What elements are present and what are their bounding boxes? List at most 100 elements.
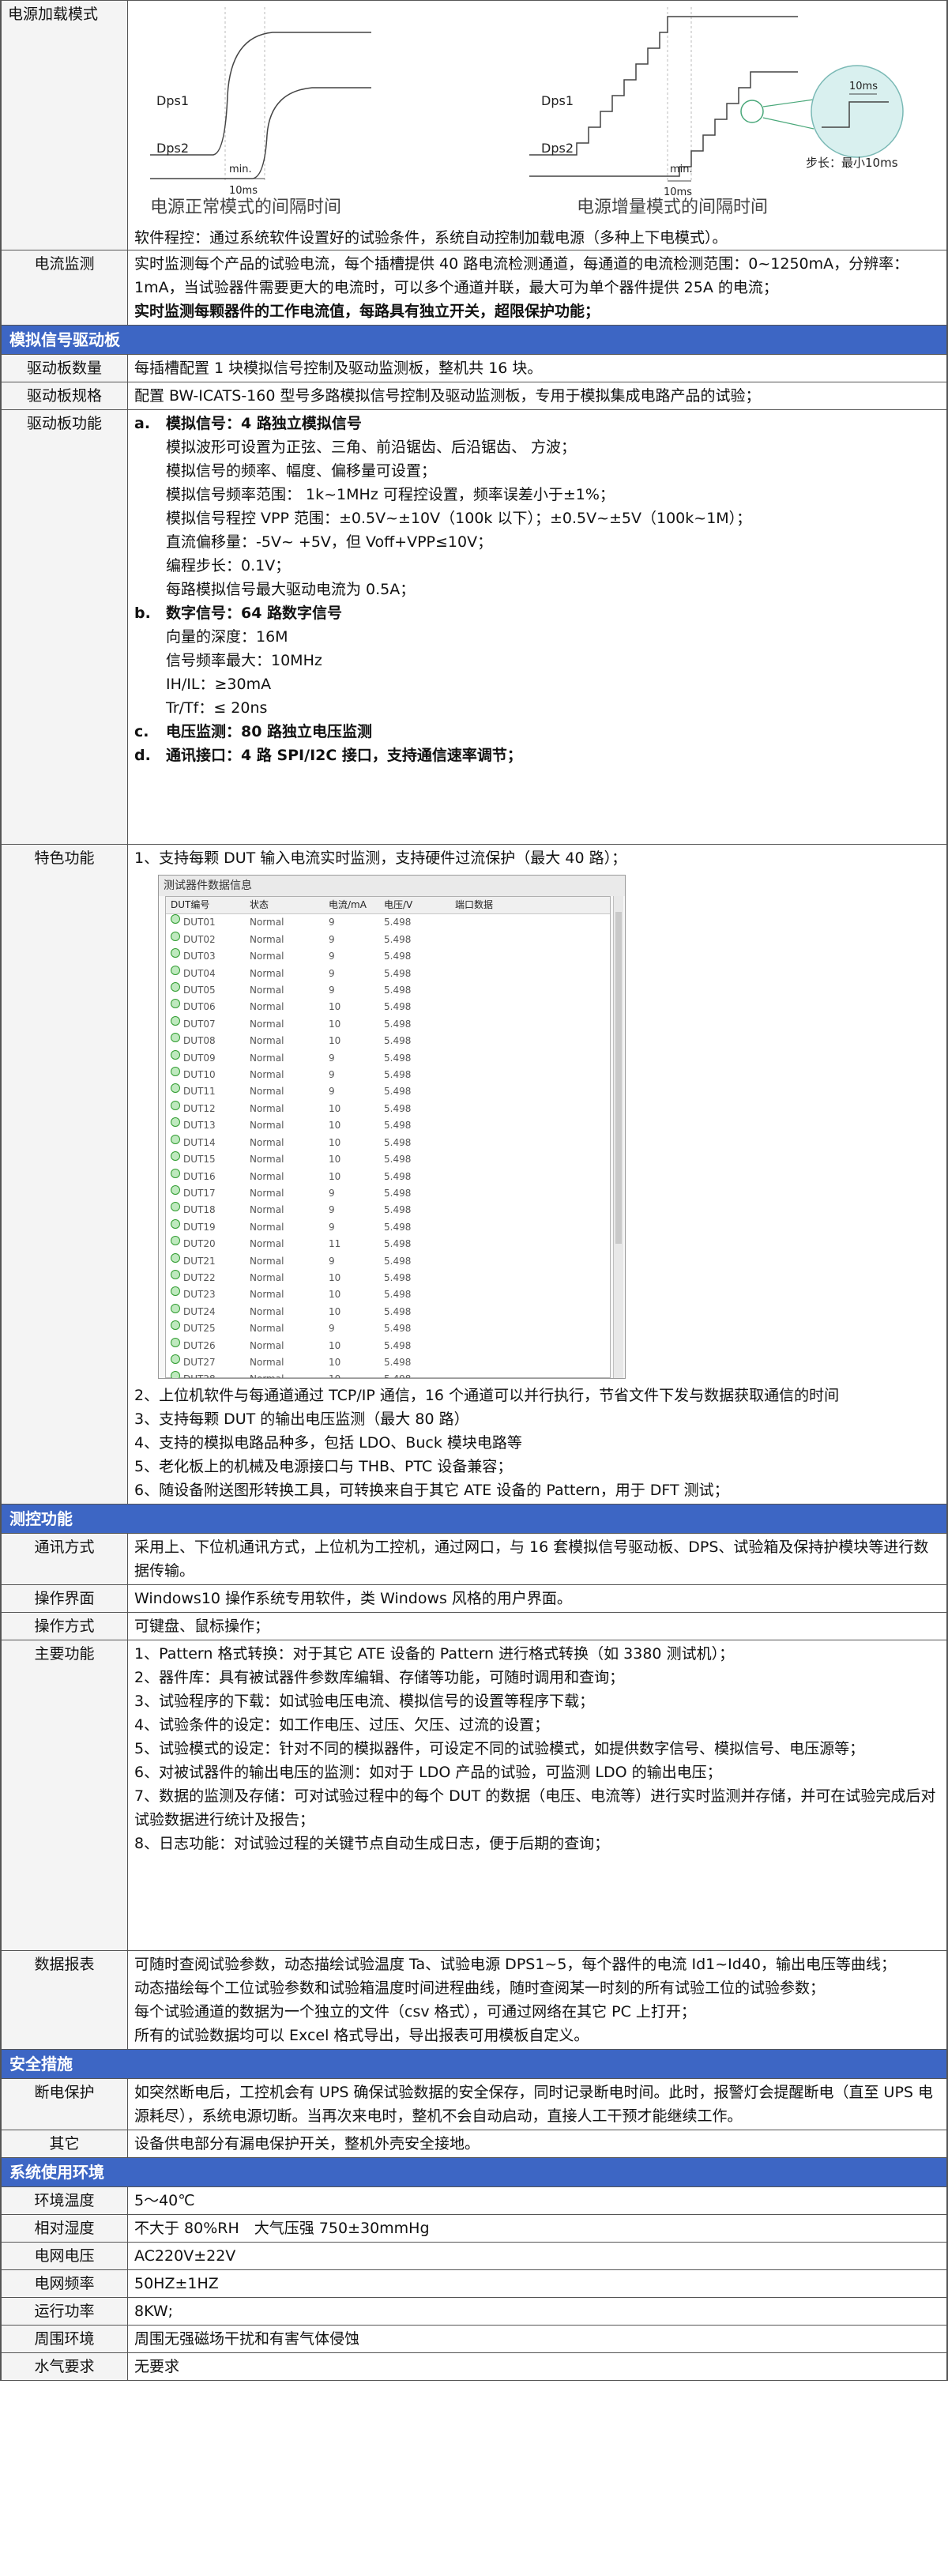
dut-row[interactable]: DUT01 Normal 9 5.498	[166, 914, 610, 931]
dut-current-cell: 10	[329, 1154, 341, 1166]
dut-row[interactable]: DUT05 Normal 9 5.498	[166, 982, 610, 999]
dut-row[interactable]: DUT02 Normal 9 5.498	[166, 931, 610, 948]
row-env: 电网频率 50HZ±1HZ	[1, 2269, 947, 2298]
dut-current-cell: 9	[329, 1187, 335, 1199]
dut-status-cell: Normal	[250, 1255, 284, 1267]
dut-row[interactable]: DUT27 Normal 10 5.498	[166, 1354, 610, 1371]
dut-id-cell: DUT07	[183, 1018, 216, 1030]
grid-scrollbar[interactable]	[613, 896, 623, 1378]
row-driver-function: 驱动板功能 a. 模拟信号：4 路独立模拟信号 模拟波形可设置为正弦、三角、前沿锯…	[1, 409, 947, 845]
feature-item: 6、随设备附送图形转换工具，可转换来自于其它 ATE 设备的 Pattern，用…	[134, 1482, 729, 1499]
status-ok-icon	[171, 1286, 180, 1297]
dut-voltage-cell: 5.498	[384, 1339, 412, 1351]
dut-status-cell: Normal	[250, 1170, 284, 1182]
dut-row[interactable]: DUT19 Normal 9 5.498	[166, 1218, 610, 1236]
dut-voltage-cell: 5.498	[384, 1154, 412, 1166]
dut-data-grid: DUT编号 状态 电流/mA 电压/V 端口数据 DUT01 Normal 9 5.4…	[165, 896, 611, 1378]
feature-item: 2、上位机软件与每通道通过 TCP/IP 通信，16 个通道可以并行执行，节省文…	[134, 1387, 840, 1404]
dut-status-cell: Normal	[250, 1323, 284, 1335]
row-report: 数据报表 可随时查阅试验参数，动态描绘试验温度 Ta、试验电源 DPS1~5，每…	[1, 1950, 947, 2050]
dut-row[interactable]: DUT10 Normal 9 5.498	[166, 1067, 610, 1083]
report-line: 所有的试验数据均可以 Excel 格式导出，导出报表可用模板自定义。	[134, 2027, 589, 2044]
dut-row[interactable]: DUT23 Normal 10 5.498	[166, 1286, 610, 1303]
caption-normal-mode: 电源正常模式的间隔时间	[150, 198, 341, 217]
dps1-steps	[529, 16, 798, 156]
status-ok-icon	[171, 1049, 180, 1060]
dut-row[interactable]: DUT12 Normal 10 5.498	[166, 1100, 610, 1117]
dut-voltage-cell: 5.498	[384, 951, 412, 962]
dut-voltage-cell: 5.498	[384, 1271, 412, 1283]
dut-voltage-cell: 5.498	[384, 1069, 412, 1081]
section-control: 测控功能	[1, 1504, 947, 1534]
status-ok-icon	[171, 965, 180, 975]
analog-line: 编程步长：0.1V；	[166, 557, 291, 574]
dut-row[interactable]: DUT09 Normal 9 5.498	[166, 1049, 610, 1067]
dut-row[interactable]: DUT13 Normal 10 5.498	[166, 1117, 610, 1134]
dut-status-cell: Normal	[250, 1154, 284, 1166]
dut-current-cell: 9	[329, 1052, 335, 1064]
scrollbar-thumb[interactable]	[615, 912, 622, 1244]
feature-item: 5、老化板上的机械及电源接口与 THB、PTC 设备兼容；	[134, 1458, 513, 1475]
section-safety-title: 安全措施	[1, 2049, 947, 2079]
caption-incremental-mode: 电源增量模式的间隔时间	[577, 198, 768, 217]
env-value: 周围无强磁场干扰和有害气体侵蚀	[127, 2325, 947, 2353]
status-ok-icon	[171, 1184, 180, 1195]
dut-row[interactable]: DUT15 Normal 10 5.498	[166, 1151, 610, 1168]
dut-port-cell	[455, 1151, 610, 1168]
digital-signal-title: b. 数字信号：64 路数字信号	[134, 604, 343, 622]
dut-port-cell	[455, 948, 610, 965]
digital-signal-list: 向量的深度：16M 信号频率最大：10MHz IH/IL：≥30mA Tr/Tf…	[134, 625, 940, 720]
dut-row[interactable]: DUT14 Normal 10 5.498	[166, 1134, 610, 1151]
status-ok-icon	[171, 1202, 180, 1212]
dut-row[interactable]: DUT22 Normal 10 5.498	[166, 1269, 610, 1286]
dut-status-cell: Normal	[250, 1289, 284, 1301]
header-current: 电流/mA	[329, 899, 367, 910]
comm-interface-title: d. 通讯接口：4 路 SPI/I2C 接口，支持通信速率调节；	[134, 747, 522, 764]
dut-id-cell: DUT13	[183, 1120, 216, 1132]
dut-status-cell: Normal	[250, 951, 284, 962]
section-env-title: 系统使用环境	[1, 2157, 947, 2187]
dut-row[interactable]: DUT28Normal105.498	[166, 1371, 610, 1378]
dut-row[interactable]: DUT08 Normal 10 5.498	[166, 1033, 610, 1049]
dut-row[interactable]: DUT24 Normal 10 5.498	[166, 1303, 610, 1320]
dut-row[interactable]: DUT07 Normal 10 5.498	[166, 1015, 610, 1033]
dut-row[interactable]: DUT06 Normal 10 5.498	[166, 999, 610, 1015]
ui-text: Windows10 操作系统专用软件，类 Windows 风格的用户界面。	[127, 1584, 947, 1613]
dut-status-cell: Normal	[250, 1371, 329, 1378]
dut-row[interactable]: DUT21 Normal 9 5.498	[166, 1252, 610, 1270]
dut-status-cell: Normal	[250, 967, 284, 979]
dut-row[interactable]: DUT04 Normal 9 5.498	[166, 965, 610, 982]
dut-voltage-cell: 5.498	[384, 1356, 412, 1368]
main-func-item: 3、试验程序的下载：如试验电压电流、模拟信号的设置等程序下载；	[134, 1693, 595, 1710]
dut-current-cell: 9	[329, 1204, 335, 1216]
dut-row[interactable]: DUT20 Normal 11 5.498	[166, 1236, 610, 1252]
header-dut-id: DUT编号	[171, 899, 210, 910]
dut-row[interactable]: DUT11 Normal 9 5.498	[166, 1083, 610, 1100]
interval-label-right: 10ms	[664, 186, 692, 198]
dut-current-cell: 11	[329, 1238, 341, 1250]
dut-row[interactable]: DUT26 Normal 10 5.498	[166, 1337, 610, 1354]
row-env: 水气要求 无要求	[1, 2352, 947, 2381]
dut-row[interactable]: DUT25 Normal 9 5.498	[166, 1320, 610, 1337]
label-features: 特色功能	[1, 844, 128, 1505]
dut-row[interactable]: DUT16 Normal 10 5.498	[166, 1168, 610, 1185]
dut-port-cell	[455, 1202, 610, 1218]
dut-voltage-cell: 5.498	[384, 1001, 412, 1013]
status-ok-icon	[171, 1015, 180, 1026]
dut-current-cell: 9	[329, 985, 335, 996]
dps1-label: Dps1	[156, 93, 189, 108]
dut-current-cell: 9	[329, 1069, 335, 1081]
interval-label-left: 10ms	[229, 185, 258, 197]
power-mode-note: 软件程控：通过系统软件设置好的试验条件，系统自动控制加载电源（多种上下电模式）。	[134, 229, 728, 247]
label-driver-function: 驱动板功能	[1, 409, 128, 845]
dut-row[interactable]: DUT17 Normal 9 5.498	[166, 1184, 610, 1202]
dut-row[interactable]: DUT03 Normal 9 5.498	[166, 948, 610, 965]
main-func-item: 1、Pattern 格式转换：对于其它 ATE 设备的 Pattern 进行格式…	[134, 1645, 735, 1663]
dut-status-cell: Normal	[250, 1069, 284, 1081]
dut-current-cell: 10	[329, 1271, 341, 1283]
dut-port-cell	[455, 1304, 610, 1320]
dut-voltage-cell: 5.498	[384, 985, 412, 996]
dut-row[interactable]: DUT18 Normal 9 5.498	[166, 1202, 610, 1218]
report-line: 动态描绘每个工位试验参数和试验箱温度时间进程曲线，随时查阅某一时刻的所有试验工位…	[134, 1979, 826, 1997]
dps2-label: Dps2	[156, 141, 189, 156]
